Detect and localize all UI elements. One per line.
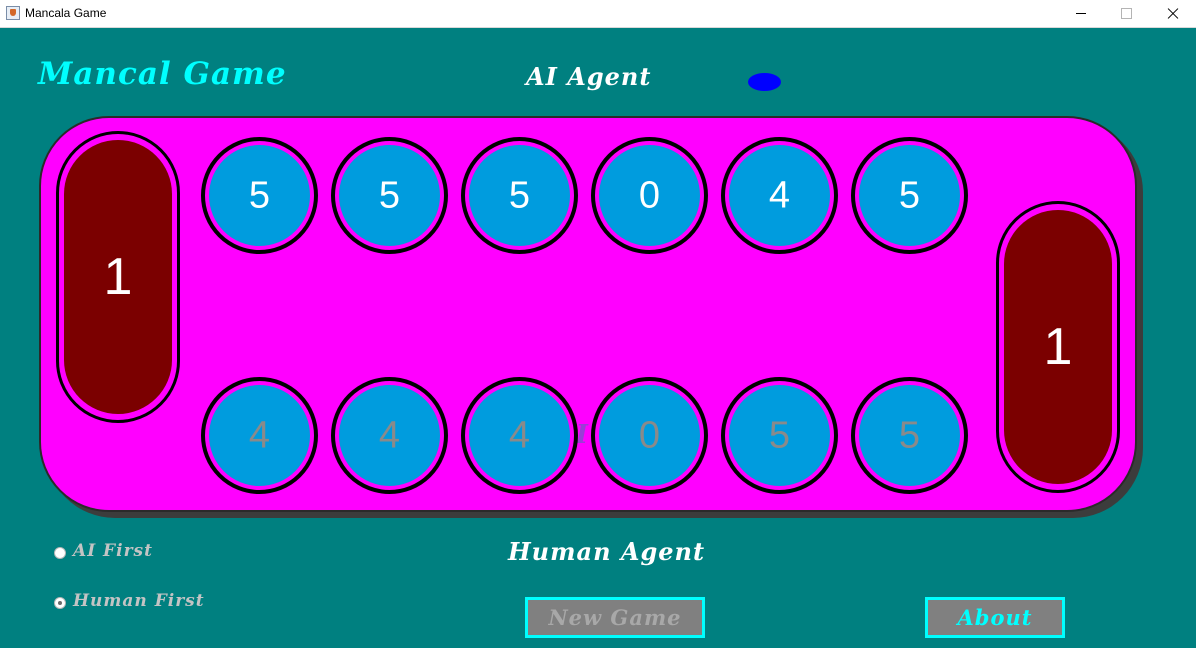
human-pit-1[interactable]: 4 <box>201 377 318 494</box>
human-pit-3[interactable]: 4 <box>461 377 578 494</box>
pit-count: 4 <box>768 174 791 216</box>
human-pit-4[interactable]: 0 <box>591 377 708 494</box>
pit-count: 5 <box>378 174 401 216</box>
pit-count: 5 <box>508 174 531 216</box>
about-button[interactable]: About <box>925 597 1065 638</box>
human-agent-label: Human Agent <box>508 537 706 566</box>
new-game-button[interactable]: New Game <box>525 597 705 638</box>
pit-count: 0 <box>638 414 661 456</box>
window-titlebar: Mancala Game <box>0 0 1196 28</box>
pit-count: 4 <box>248 414 271 456</box>
human-pit-5[interactable]: 5 <box>721 377 838 494</box>
ai-pit-1[interactable]: 5 <box>201 137 318 254</box>
window-title: Mancala Game <box>25 6 107 20</box>
human-pit-2[interactable]: 4 <box>331 377 448 494</box>
game-title: Mancal Game <box>38 56 287 92</box>
pit-count: 5 <box>898 174 921 216</box>
minimize-button[interactable] <box>1058 0 1104 27</box>
pit-count: 0 <box>638 174 661 216</box>
ai-agent-label: AI Agent <box>526 62 652 91</box>
pit-count: 4 <box>378 414 401 456</box>
radio-button-icon[interactable] <box>54 547 66 559</box>
maximize-button[interactable] <box>1104 0 1150 27</box>
ai-first-label: AI First <box>73 541 153 561</box>
pit-count: 5 <box>768 414 791 456</box>
ai-pit-4[interactable]: 0 <box>591 137 708 254</box>
pit-count: 4 <box>508 414 531 456</box>
ai-pit-3[interactable]: 5 <box>461 137 578 254</box>
pit-count: 5 <box>248 174 271 216</box>
close-button[interactable] <box>1150 0 1196 27</box>
java-app-icon <box>6 6 20 20</box>
ai-pit-6[interactable]: 5 <box>851 137 968 254</box>
human-store-count: 1 <box>1043 318 1073 376</box>
human-store: 1 <box>996 201 1120 493</box>
human-first-label: Human First <box>73 591 205 611</box>
ai-pit-5[interactable]: 4 <box>721 137 838 254</box>
ai-pit-2[interactable]: 5 <box>331 137 448 254</box>
human-pit-6[interactable]: 5 <box>851 377 968 494</box>
ai-store: 1 <box>56 131 180 423</box>
turn-indicator-dot <box>748 73 781 91</box>
ai-store-count: 1 <box>103 248 133 306</box>
pit-count: 5 <box>898 414 921 456</box>
radio-button-selected-icon[interactable] <box>54 597 66 609</box>
